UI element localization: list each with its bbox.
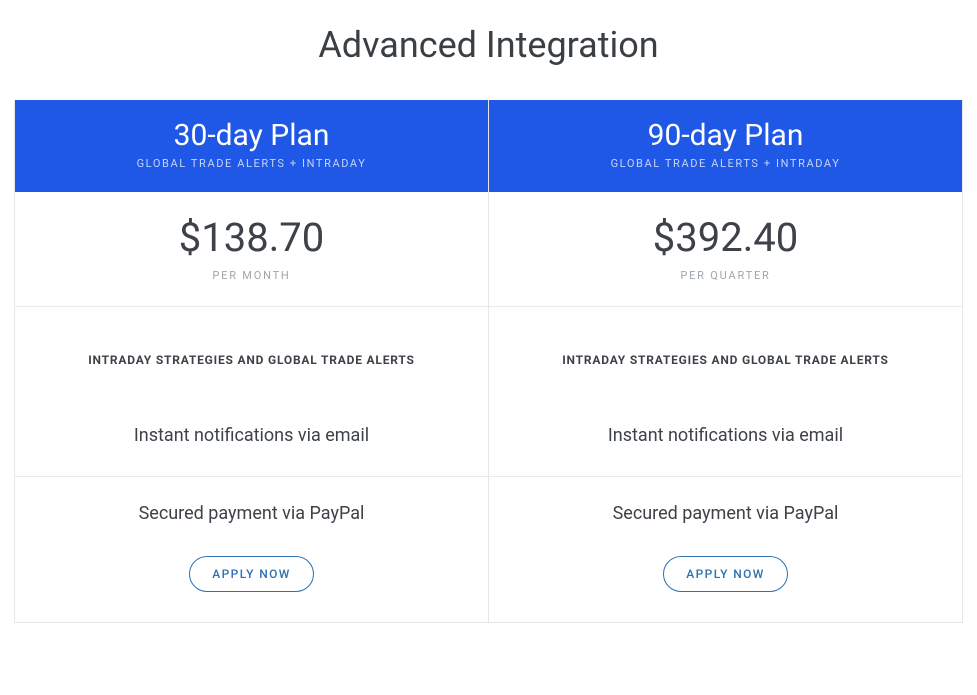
- plan-header: 90-day Plan GLOBAL TRADE ALERTS + INTRAD…: [489, 100, 962, 192]
- plan-period: PER MONTH: [25, 269, 478, 282]
- plan-feature-2: Secured payment via PayPal: [489, 477, 962, 550]
- plan-price: $138.70: [25, 214, 478, 261]
- plan-feature-2: Secured payment via PayPal: [15, 477, 488, 550]
- plan-period: PER QUARTER: [499, 269, 952, 282]
- plan-header: 30-day Plan GLOBAL TRADE ALERTS + INTRAD…: [15, 100, 488, 192]
- plan-feature-bold: INTRADAY STRATEGIES AND GLOBAL TRADE ALE…: [489, 307, 962, 411]
- plan-price-wrap: $392.40 PER QUARTER: [489, 192, 962, 307]
- plan-90-day: 90-day Plan GLOBAL TRADE ALERTS + INTRAD…: [489, 100, 962, 622]
- plan-30-day: 30-day Plan GLOBAL TRADE ALERTS + INTRAD…: [15, 100, 489, 622]
- plan-price: $392.40: [499, 214, 952, 261]
- plan-subtitle: GLOBAL TRADE ALERTS + INTRADAY: [25, 157, 478, 170]
- plan-price-wrap: $138.70 PER MONTH: [15, 192, 488, 307]
- apply-now-button[interactable]: APPLY NOW: [663, 556, 788, 592]
- pricing-table: 30-day Plan GLOBAL TRADE ALERTS + INTRAD…: [14, 100, 963, 623]
- apply-wrap: APPLY NOW: [15, 550, 488, 622]
- plan-subtitle: GLOBAL TRADE ALERTS + INTRADAY: [499, 157, 952, 170]
- page-title: Advanced Integration: [0, 0, 977, 100]
- apply-now-button[interactable]: APPLY NOW: [189, 556, 314, 592]
- plan-name: 30-day Plan: [25, 118, 478, 153]
- plan-feature-1: Instant notifications via email: [489, 411, 962, 477]
- plan-name: 90-day Plan: [499, 118, 952, 153]
- plan-feature-bold: INTRADAY STRATEGIES AND GLOBAL TRADE ALE…: [15, 307, 488, 411]
- apply-wrap: APPLY NOW: [489, 550, 962, 622]
- plan-feature-1: Instant notifications via email: [15, 411, 488, 477]
